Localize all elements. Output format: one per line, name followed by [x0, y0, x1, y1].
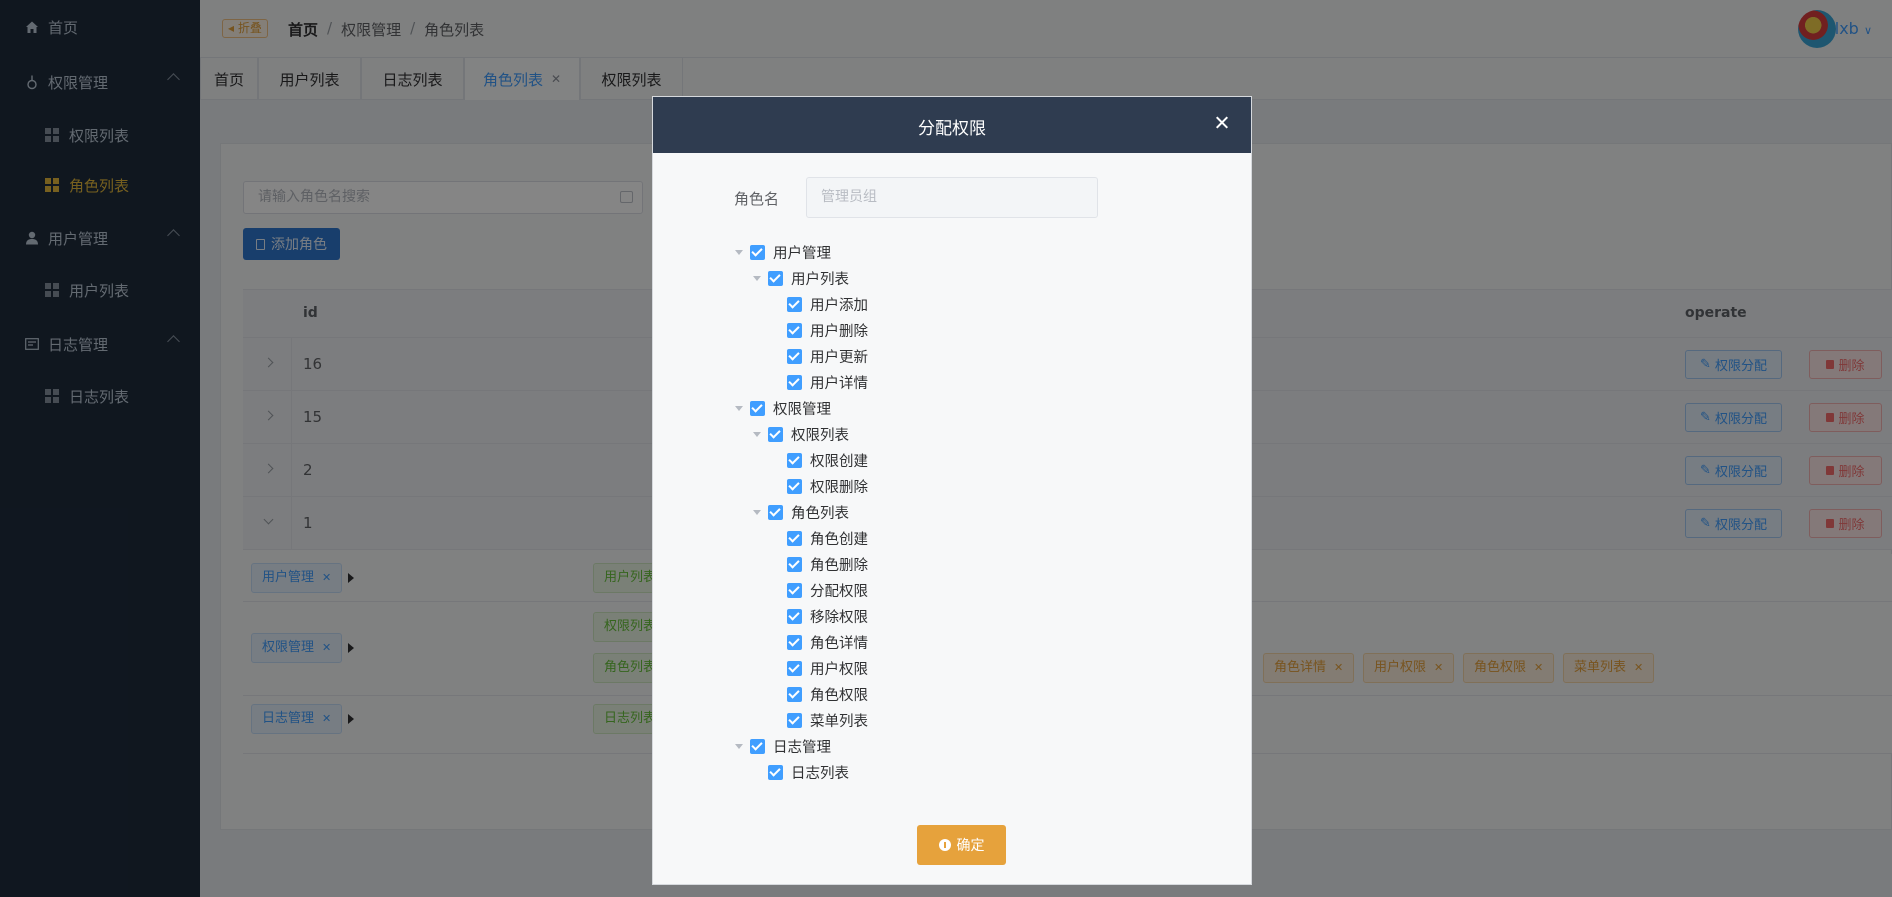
- tree-node-label: 用户列表: [791, 271, 849, 288]
- caret-down-icon[interactable]: [735, 405, 743, 411]
- tree-node[interactable]: 用户列表: [753, 268, 849, 288]
- tree-node[interactable]: 权限列表: [753, 424, 849, 444]
- dialog-header: 分配权限: [653, 97, 1251, 153]
- tree-node-checkbox[interactable]: [787, 374, 802, 390]
- tree-node-checkbox[interactable]: [768, 270, 783, 286]
- tree-node[interactable]: 用户更新: [787, 346, 868, 366]
- tree-node[interactable]: 角色列表: [753, 502, 849, 522]
- tree-node-checkbox[interactable]: [787, 686, 802, 702]
- tree-node-checkbox[interactable]: [787, 660, 802, 676]
- assign-permission-dialog: 分配权限 角色名 管理员组 用户管理用户列表用户添加用户删除用户更新用户详情权限…: [652, 96, 1252, 885]
- tree-node[interactable]: 菜单列表: [787, 710, 868, 730]
- tree-node-checkbox[interactable]: [768, 426, 783, 442]
- confirm-label: 确定: [956, 838, 985, 854]
- tree-node[interactable]: 日志管理: [735, 736, 831, 756]
- tree-node-label: 用户详情: [810, 375, 868, 392]
- tree-node-label: 权限创建: [810, 453, 868, 470]
- tree-node[interactable]: 用户添加: [787, 294, 868, 314]
- tree-node-label: 权限删除: [810, 479, 868, 496]
- tree-node-label: 用户权限: [810, 661, 868, 678]
- caret-down-icon[interactable]: [735, 249, 743, 255]
- tree-node-checkbox[interactable]: [787, 530, 802, 546]
- tree-node[interactable]: 用户管理: [735, 242, 831, 262]
- role-name-placeholder: 管理员组: [821, 189, 877, 205]
- tree-node-label: 日志列表: [791, 765, 849, 782]
- caret-down-icon[interactable]: [753, 275, 761, 281]
- tree-node[interactable]: 用户详情: [787, 372, 868, 392]
- tree-node[interactable]: 用户删除: [787, 320, 868, 340]
- role-name-label: 角色名: [734, 190, 780, 208]
- confirm-button[interactable]: 确定: [917, 825, 1006, 865]
- tree-node-checkbox[interactable]: [750, 244, 765, 260]
- tree-node-checkbox[interactable]: [787, 712, 802, 728]
- dialog-title: 分配权限: [918, 119, 986, 139]
- tree-node-label: 用户更新: [810, 349, 868, 366]
- tree-node-label: 角色创建: [810, 531, 868, 548]
- caret-down-icon[interactable]: [753, 509, 761, 515]
- tree-node-checkbox[interactable]: [750, 400, 765, 416]
- tree-node-label: 权限列表: [791, 427, 849, 444]
- tree-node[interactable]: 分配权限: [787, 580, 868, 600]
- tree-node-label: 角色详情: [810, 635, 868, 652]
- tree-node-label: 用户添加: [810, 297, 868, 314]
- tree-node[interactable]: 用户权限: [787, 658, 868, 678]
- tree-node-label: 角色列表: [791, 505, 849, 522]
- tree-node[interactable]: 角色详情: [787, 632, 868, 652]
- tree-node-label: 用户删除: [810, 323, 868, 340]
- role-name-input[interactable]: 管理员组: [806, 177, 1098, 218]
- tree-node-label: 权限管理: [773, 401, 831, 418]
- tree-node-checkbox[interactable]: [787, 322, 802, 338]
- tree-node[interactable]: 角色创建: [787, 528, 868, 548]
- tree-node-checkbox[interactable]: [768, 504, 783, 520]
- tree-node-label: 菜单列表: [810, 713, 868, 730]
- tree-node-checkbox[interactable]: [787, 452, 802, 468]
- tree-node-label: 移除权限: [810, 609, 868, 626]
- tree-node-checkbox[interactable]: [787, 296, 802, 312]
- tree-node-checkbox[interactable]: [787, 608, 802, 624]
- tree-node-label: 角色删除: [810, 557, 868, 574]
- tree-node[interactable]: 日志列表: [768, 762, 849, 782]
- tree-node[interactable]: 角色权限: [787, 684, 868, 704]
- tree-node-label: 分配权限: [810, 583, 868, 600]
- tree-node-checkbox[interactable]: [787, 634, 802, 650]
- tree-node-label: 角色权限: [810, 687, 868, 704]
- tree-node[interactable]: 权限创建: [787, 450, 868, 470]
- info-icon: [938, 839, 951, 851]
- tree-node-checkbox[interactable]: [787, 348, 802, 364]
- tree-node-checkbox[interactable]: [787, 556, 802, 572]
- caret-down-icon[interactable]: [735, 743, 743, 749]
- caret-down-icon[interactable]: [753, 431, 761, 437]
- tree-node-checkbox[interactable]: [768, 764, 783, 780]
- tree-node[interactable]: 权限删除: [787, 476, 868, 496]
- tree-node[interactable]: 权限管理: [735, 398, 831, 418]
- tree-node-checkbox[interactable]: [787, 582, 802, 598]
- tree-node-checkbox[interactable]: [750, 738, 765, 754]
- tree-node-label: 日志管理: [773, 739, 831, 756]
- tree-node-checkbox[interactable]: [787, 478, 802, 494]
- close-icon[interactable]: [1213, 114, 1231, 132]
- tree-node-label: 用户管理: [773, 245, 831, 262]
- tree-node[interactable]: 角色删除: [787, 554, 868, 574]
- tree-node[interactable]: 移除权限: [787, 606, 868, 626]
